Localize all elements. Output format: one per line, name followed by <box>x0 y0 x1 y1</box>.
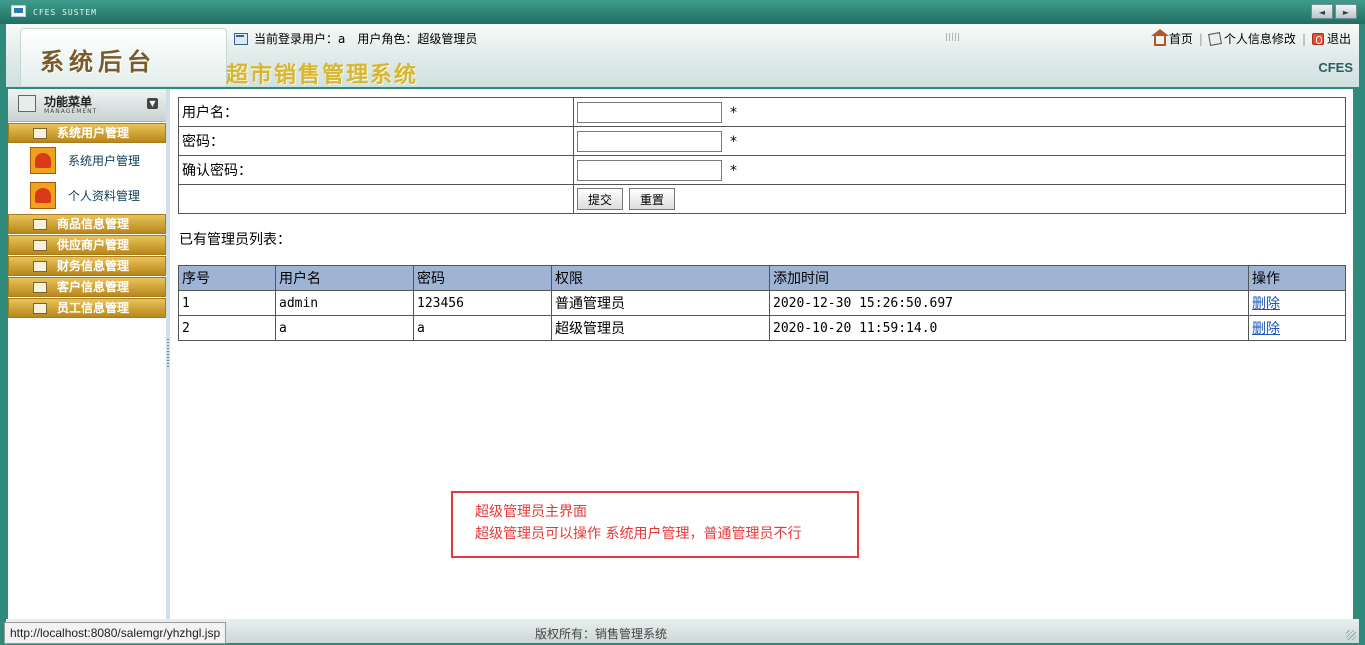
confirm-password-label: 确认密码： <box>178 155 574 185</box>
category-label: 员工信息管理 <box>57 301 130 315</box>
annotation-box: 超级管理员主界面 超级管理员可以操作 系统用户管理，普通管理员不行 <box>451 491 859 558</box>
required-mark: * <box>730 133 737 150</box>
home-icon <box>1150 28 1169 46</box>
column-header: 密码 <box>413 265 552 291</box>
cell-password: a <box>413 315 552 341</box>
sidebar-category-employees[interactable]: 员工信息管理 <box>8 298 166 318</box>
password-label: 密码： <box>178 126 574 156</box>
category-icon <box>33 219 47 230</box>
window-titlebar: CFES SUSTEM ◄ ► <box>0 0 1365 24</box>
category-icon <box>33 261 47 272</box>
exit-icon <box>1311 32 1324 45</box>
column-header: 序号 <box>178 265 276 291</box>
sidebar-category-system-users[interactable]: 系统用户管理 <box>8 123 166 143</box>
home-label: 首页 <box>1168 32 1193 46</box>
collapse-icon[interactable]: ▼ <box>147 98 158 109</box>
cell-index: 2 <box>178 315 276 341</box>
reset-button[interactable]: 重置 <box>629 188 676 210</box>
category-label: 财务信息管理 <box>57 259 130 273</box>
column-header: 添加时间 <box>769 265 1249 291</box>
column-header: 操作 <box>1248 265 1346 291</box>
sidebar-category-products[interactable]: 商品信息管理 <box>8 214 166 234</box>
admin-table: 序号 用户名 密码 权限 添加时间 操作 1 admin 123456 普通管理… <box>178 265 1346 341</box>
submit-button[interactable]: 提交 <box>577 188 624 210</box>
table-row: 1 admin 123456 普通管理员 2020-12-30 15:26:50… <box>178 290 1346 316</box>
nav-back-button[interactable]: ◄ <box>1311 4 1333 19</box>
user-profile-icon <box>30 182 56 209</box>
menu-header: 功能菜单 MANAGEMENT ▼ <box>8 89 166 122</box>
copyright: 版权所有：销售管理系统 <box>535 627 668 641</box>
annotation-line-1: 超级管理员主界面 <box>475 504 587 520</box>
header-grip <box>946 33 960 41</box>
sidebar: 功能菜单 MANAGEMENT ▼ 系统用户管理 系统用户管理 个人资料管理 商… <box>8 89 167 619</box>
username-input[interactable] <box>577 101 722 123</box>
required-mark: * <box>730 104 737 121</box>
home-link[interactable]: 首页 <box>1150 28 1193 47</box>
menu-icon <box>18 95 36 112</box>
link-url-tooltip: http://localhost:8080/salemgr/yhzhgl.jsp <box>4 622 227 644</box>
window-nav: ◄ ► <box>1311 4 1357 19</box>
cell-time: 2020-10-20 11:59:14.0 <box>769 315 1249 341</box>
logout-label: 退出 <box>1326 32 1351 46</box>
separator: | <box>1301 31 1306 46</box>
edit-icon <box>1207 31 1222 46</box>
user-admin-icon <box>30 147 56 174</box>
top-links: 首页 | 个人信息修改 | 退出 <box>1150 28 1351 47</box>
cell-time: 2020-12-30 15:26:50.697 <box>769 290 1249 316</box>
required-mark: * <box>730 162 737 179</box>
cell-username: admin <box>275 290 414 316</box>
category-icon <box>33 128 47 139</box>
profile-label: 个人信息修改 <box>1223 32 1296 46</box>
logo: 系统后台 <box>40 47 156 76</box>
column-header: 权限 <box>551 265 770 291</box>
resize-grip-icon[interactable] <box>1346 630 1356 640</box>
cell-role: 超级管理员 <box>551 315 770 341</box>
sidebar-item-label: 系统用户管理 <box>68 154 141 168</box>
sidebar-item-label: 个人资料管理 <box>68 189 141 203</box>
add-admin-form: 用户名： * 密码： * 确认密码： * 提交 重置 <box>178 97 1346 214</box>
category-label: 系统用户管理 <box>57 126 130 140</box>
delete-link[interactable]: 删除 <box>1252 321 1280 337</box>
cell-index: 1 <box>178 290 276 316</box>
sidebar-category-customers[interactable]: 客户信息管理 <box>8 277 166 297</box>
separator: | <box>1198 31 1203 46</box>
cell-role: 普通管理员 <box>551 290 770 316</box>
category-icon <box>33 282 47 293</box>
window-icon <box>11 5 26 17</box>
username-label: 用户名： <box>178 97 574 127</box>
annotation-line-2: 超级管理员可以操作 系统用户管理，普通管理员不行 <box>475 526 802 542</box>
logout-link[interactable]: 退出 <box>1311 30 1351 47</box>
menu-subtitle: MANAGEMENT <box>44 108 98 115</box>
confirm-password-input[interactable] <box>577 159 722 181</box>
profile-link[interactable]: 个人信息修改 <box>1207 30 1296 47</box>
sidebar-category-suppliers[interactable]: 供应商户管理 <box>8 235 166 255</box>
sidebar-item-profile[interactable]: 个人资料管理 <box>8 178 166 213</box>
system-label: CFES SUSTEM <box>33 8 97 17</box>
system-title: 超市销售管理系统 <box>226 62 419 88</box>
admin-list-title: 已有管理员列表： <box>179 232 291 248</box>
sidebar-item-system-users[interactable]: 系统用户管理 <box>8 143 166 178</box>
delete-link[interactable]: 删除 <box>1252 296 1280 312</box>
category-label: 供应商户管理 <box>57 238 130 252</box>
nav-forward-button[interactable]: ► <box>1335 4 1357 19</box>
empty-cell <box>178 184 574 214</box>
sidebar-category-finance[interactable]: 财务信息管理 <box>8 256 166 276</box>
user-info-text: 当前登录用户：a 用户角色：超级管理员 <box>254 32 478 46</box>
table-row: 2 a a 超级管理员 2020-10-20 11:59:14.0 删除 <box>178 315 1346 341</box>
password-input[interactable] <box>577 130 722 152</box>
column-header: 用户名 <box>275 265 414 291</box>
category-label: 客户信息管理 <box>57 280 130 294</box>
category-label: 商品信息管理 <box>57 217 130 231</box>
category-icon <box>33 303 47 314</box>
table-header-row: 序号 用户名 密码 权限 添加时间 操作 <box>178 265 1346 291</box>
header: 系统后台 超市销售管理系统 当前登录用户：a 用户角色：超级管理员 首页 | 个… <box>6 24 1359 89</box>
category-icon <box>33 240 47 251</box>
user-window-icon <box>234 32 248 45</box>
cell-password: 123456 <box>413 290 552 316</box>
brand-label: CFES <box>1318 60 1353 75</box>
cell-username: a <box>275 315 414 341</box>
user-info: 当前登录用户：a 用户角色：超级管理员 <box>234 30 477 47</box>
